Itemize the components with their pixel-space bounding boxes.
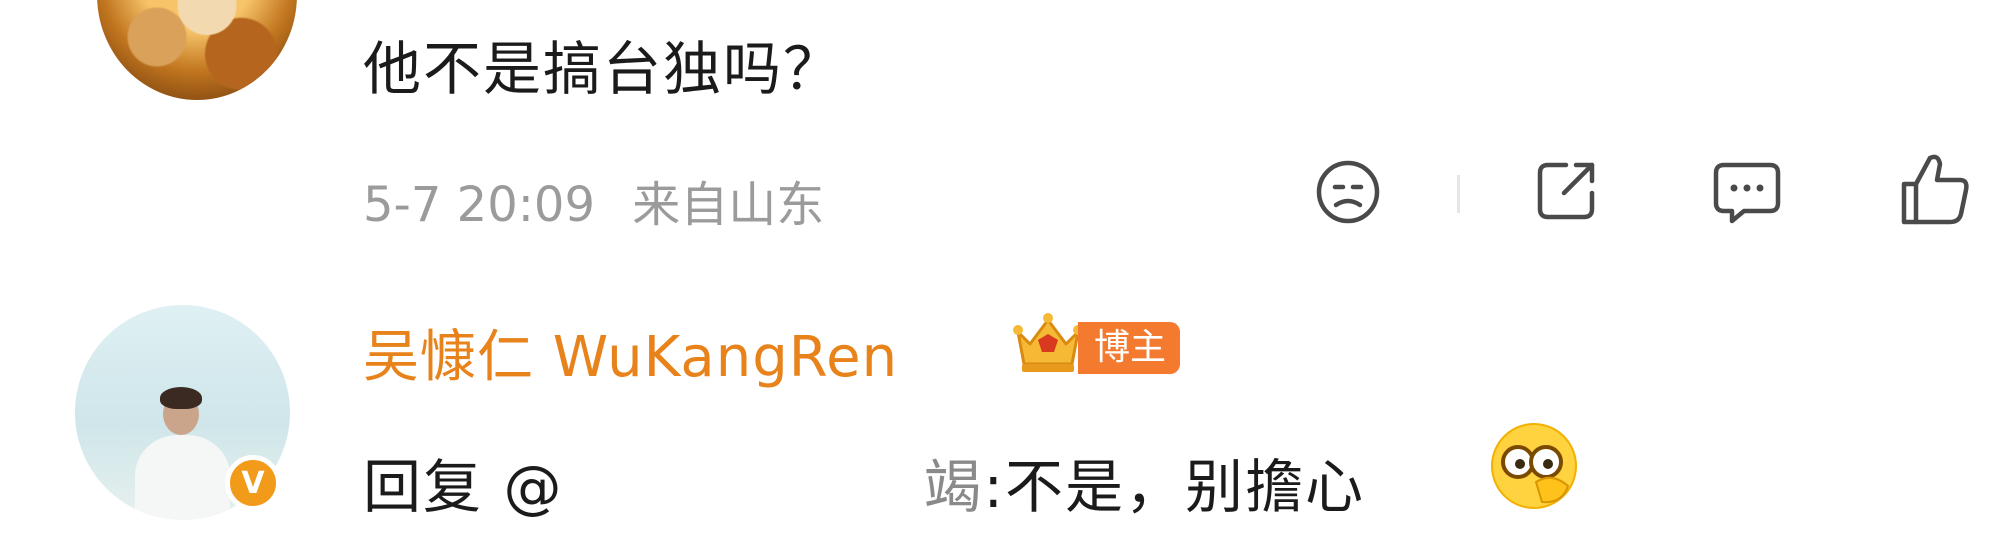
share-icon[interactable] bbox=[1530, 155, 1602, 227]
comment-meta: 5-7 20:09 来自山东 bbox=[363, 165, 824, 235]
mention-tail: 竭 bbox=[923, 453, 984, 521]
avatar-figure-hair bbox=[160, 387, 202, 409]
verified-v-icon: V bbox=[225, 455, 281, 511]
commenter-avatar[interactable] bbox=[97, 0, 297, 100]
comment-icon[interactable] bbox=[1710, 157, 1784, 227]
reply-prefix: 回复 bbox=[363, 453, 484, 521]
redacted-username bbox=[563, 465, 924, 516]
blogger-badge: 博主 bbox=[1078, 322, 1181, 374]
action-divider bbox=[1457, 175, 1460, 213]
reply-text-line: 回复 @ 竭:不是，别擔心 bbox=[363, 440, 1365, 524]
crown-icon bbox=[1013, 313, 1083, 372]
comment-timestamp: 5-7 20:09 bbox=[363, 177, 595, 233]
reply-text: :不是，别擔心 bbox=[983, 453, 1366, 521]
comment-location: 来自山东 bbox=[632, 177, 825, 233]
peeking-emoji-icon bbox=[1491, 423, 1577, 509]
dislike-icon[interactable] bbox=[1313, 157, 1383, 227]
like-icon[interactable] bbox=[1898, 150, 1973, 228]
comment-text: 他不是搞台独吗？ bbox=[363, 35, 844, 103]
reply-mention[interactable]: @ bbox=[503, 453, 563, 521]
avatar-figure-body bbox=[135, 435, 230, 520]
reply-username[interactable]: 吴慷仁 WuKangRen bbox=[363, 312, 898, 393]
